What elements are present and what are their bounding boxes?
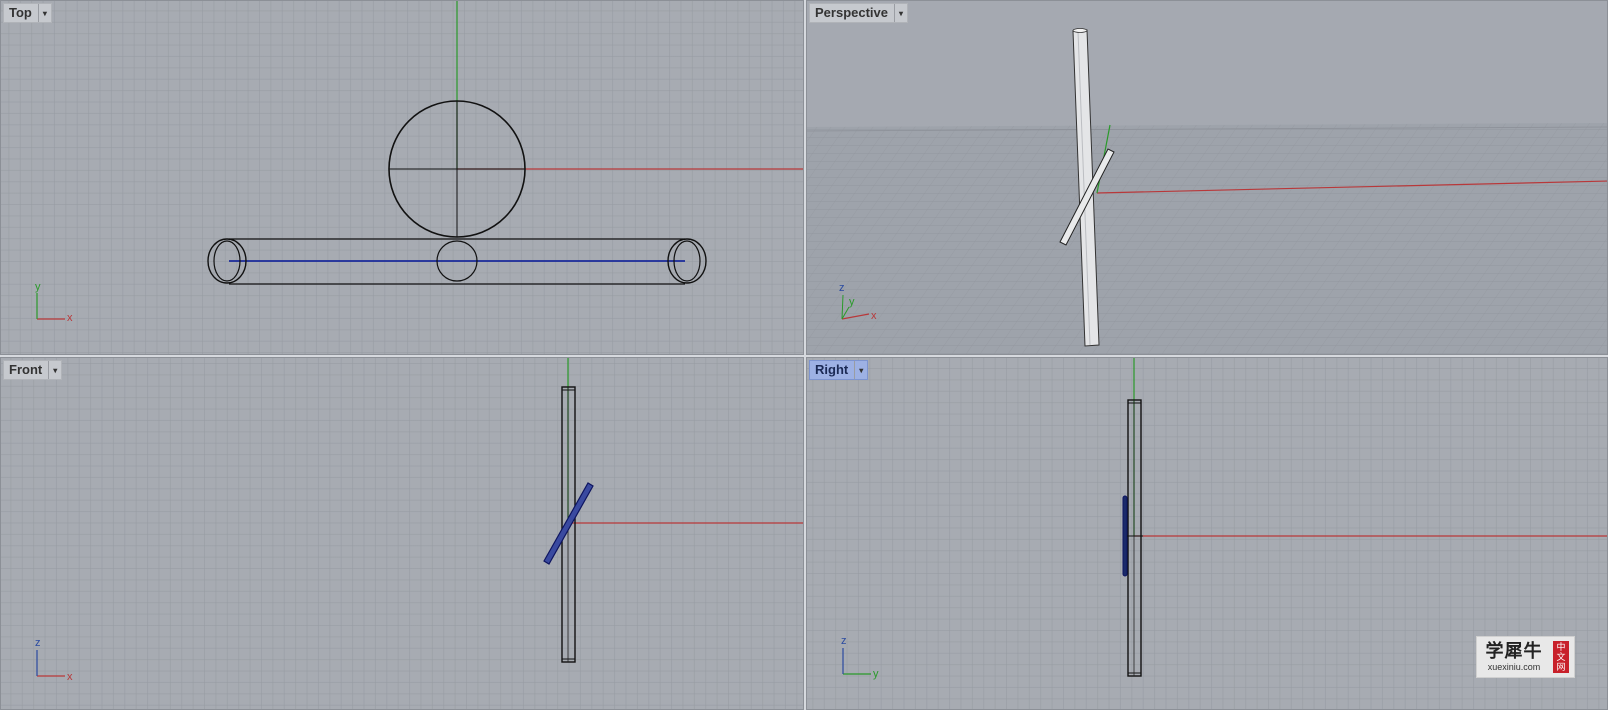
axis-label-z: z: [35, 637, 41, 649]
axis-label-x: x: [871, 310, 877, 322]
axis-label-y: y: [849, 296, 855, 308]
viewport-label-top[interactable]: Top ▾: [3, 3, 52, 23]
chevron-down-icon[interactable]: ▾: [37, 4, 51, 22]
front-view-scene: x z: [35, 358, 803, 683]
axis-label-z: z: [841, 635, 847, 647]
watermark-logo: 学犀牛 xuexiniu.com 中 文 网: [1476, 636, 1575, 678]
top-view-scene: x y: [35, 1, 803, 324]
watermark-badge: 中 文 网: [1553, 641, 1569, 673]
viewport-label-perspective[interactable]: Perspective ▾: [809, 3, 908, 23]
perspective-scene: x y z: [807, 28, 1607, 354]
viewport-front[interactable]: Front ▾ x z: [0, 357, 804, 710]
viewport-perspective[interactable]: Perspective ▾ x y z: [806, 0, 1608, 355]
viewport-grid: Top ▾ x y Perspective ▾ x y z Front ▾ x …: [0, 0, 1608, 710]
viewport-label-front[interactable]: Front ▾: [3, 360, 63, 380]
viewport-title-front: Front: [9, 362, 43, 377]
viewport-title-top: Top: [9, 5, 32, 20]
axis-label-z: z: [839, 282, 845, 294]
viewport-label-right[interactable]: Right ▾: [809, 360, 869, 380]
watermark-chinese: 学犀牛: [1485, 640, 1543, 662]
chevron-down-icon[interactable]: ▾: [894, 4, 907, 22]
chevron-down-icon[interactable]: ▾: [48, 361, 61, 379]
watermark-url: xuexiniu.com: [1487, 661, 1541, 672]
axis-label-x: x: [67, 312, 73, 324]
axis-label-x: x: [67, 671, 73, 683]
axis-label-y: y: [35, 281, 41, 293]
viewport-title-right: Right: [815, 362, 849, 377]
viewport-top[interactable]: Top ▾ x y: [0, 0, 804, 355]
chevron-down-icon[interactable]: ▾: [854, 361, 867, 379]
axis-label-y: y: [873, 668, 879, 680]
viewport-title-perspective: Perspective: [815, 5, 888, 20]
